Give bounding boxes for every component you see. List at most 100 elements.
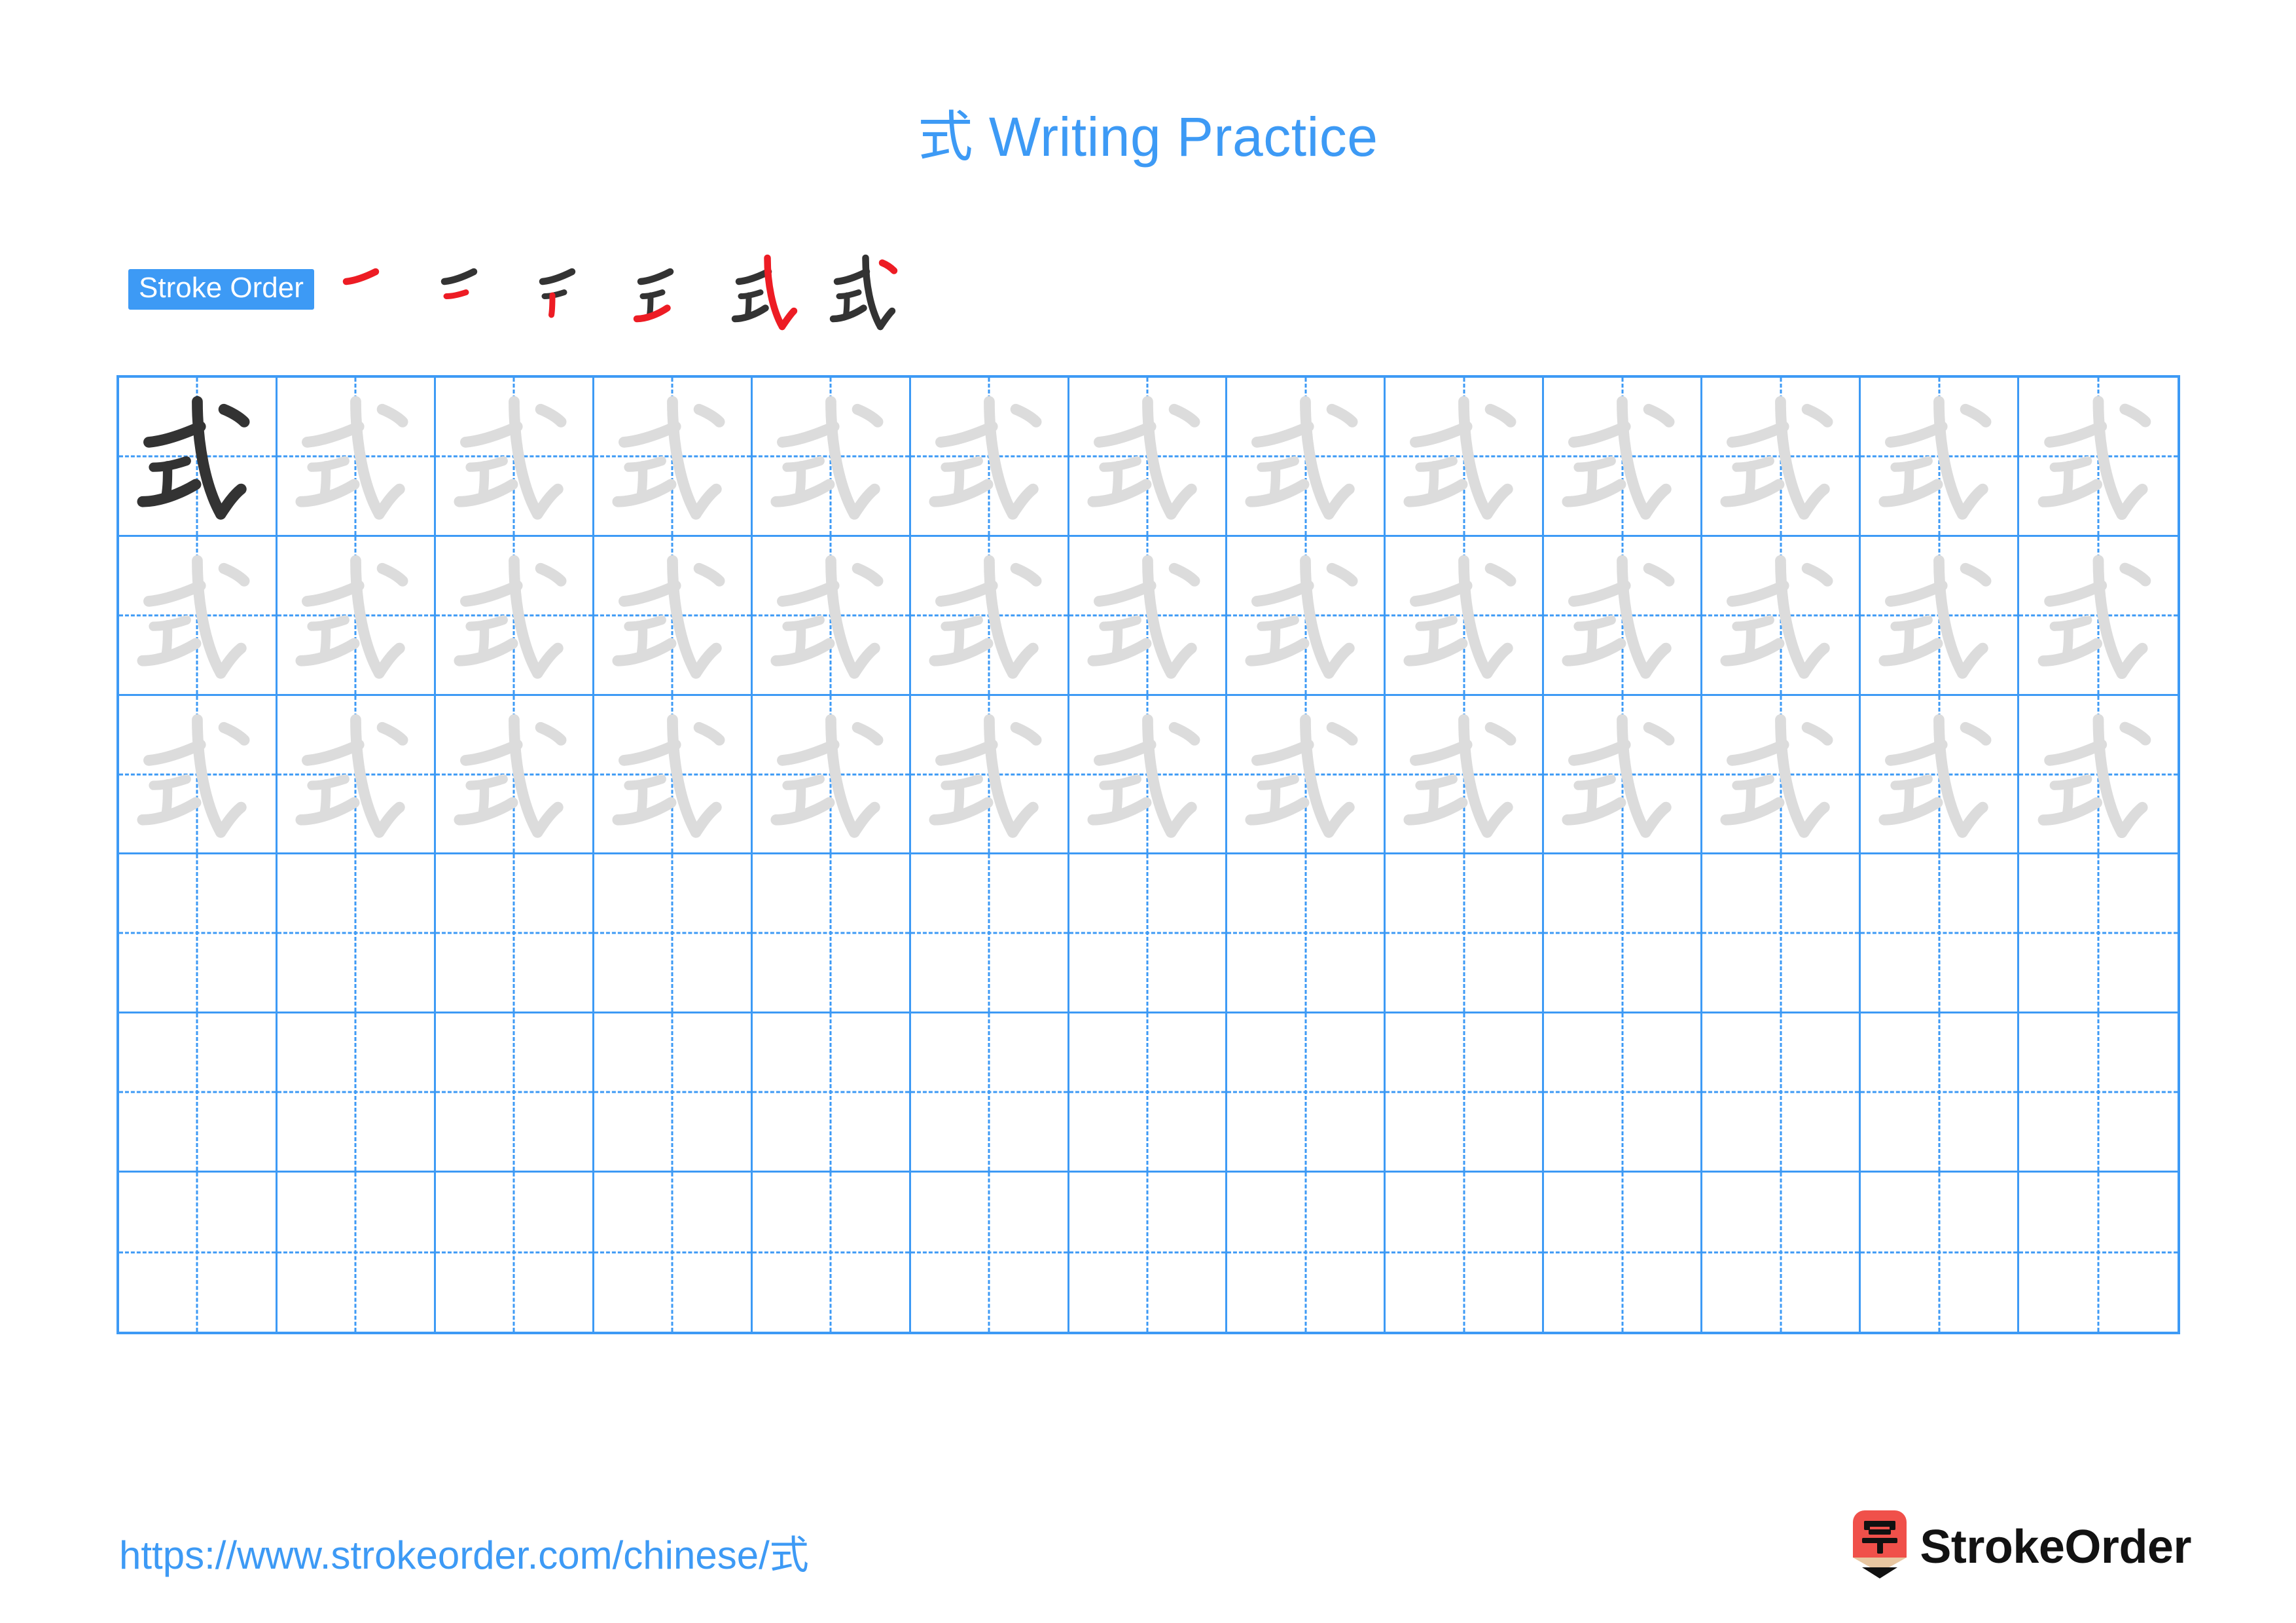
practice-cell-r2-c4[interactable] (594, 536, 753, 696)
practice-cell-r1-c4[interactable] (594, 378, 753, 537)
trace-character (278, 537, 434, 694)
practice-cell-r4-c11[interactable] (1702, 854, 1861, 1014)
practice-cell-r2-c10[interactable] (1544, 536, 1703, 696)
practice-cell-r2-c11[interactable] (1702, 536, 1861, 696)
trace-character (594, 378, 751, 535)
practice-cell-r5-c12[interactable] (1861, 1013, 2020, 1173)
practice-cell-r6-c11[interactable] (1702, 1173, 1861, 1332)
practice-cell-r6-c4[interactable] (594, 1173, 753, 1332)
practice-cell-r5-c5[interactable] (752, 1013, 911, 1173)
stroke-step-3 (525, 242, 623, 340)
practice-cell-r5-c10[interactable] (1544, 1013, 1703, 1173)
practice-cell-r6-c3[interactable] (436, 1173, 594, 1332)
practice-cell-r3-c6[interactable] (910, 695, 1069, 855)
practice-cell-r6-c6[interactable] (911, 1173, 1069, 1332)
practice-cell-r1-c8[interactable] (1227, 378, 1386, 537)
stroke-order-badge: Stroke Order (128, 269, 314, 310)
practice-cell-r1-c5[interactable] (752, 378, 911, 537)
practice-cell-r4-c6[interactable] (910, 854, 1069, 1014)
practice-cell-r2-c2[interactable] (277, 536, 436, 696)
logo-wordmark: StrokeOrder (1920, 1521, 2191, 1573)
practice-cell-r3-c7[interactable] (1069, 695, 1228, 855)
practice-cell-r4-c1[interactable] (119, 854, 278, 1014)
practice-cell-r4-c13[interactable] (2019, 854, 2178, 1014)
practice-cell-r5-c7[interactable] (1069, 1013, 1228, 1173)
practice-cell-r6-c12[interactable] (1861, 1173, 2020, 1332)
practice-cell-r4-c5[interactable] (752, 854, 911, 1014)
practice-cell-r3-c9[interactable] (1386, 695, 1545, 855)
practice-cell-r1-c12[interactable] (1861, 378, 2020, 537)
practice-cell-r2-c9[interactable] (1386, 536, 1545, 696)
strokeorder-logo[interactable]: StrokeOrder (1853, 1504, 2191, 1590)
practice-cell-r5-c4[interactable] (594, 1013, 753, 1173)
practice-cell-r6-c9[interactable] (1386, 1173, 1545, 1332)
practice-cell-r5-c13[interactable] (2019, 1013, 2178, 1173)
practice-cell-r3-c12[interactable] (1861, 695, 2020, 855)
practice-cell-r1-c10[interactable] (1544, 378, 1703, 537)
practice-cell-r4-c8[interactable] (1227, 854, 1386, 1014)
practice-cell-r4-c3[interactable] (435, 854, 594, 1014)
practice-cell-r6-c1[interactable] (119, 1173, 278, 1332)
practice-cell-r4-c7[interactable] (1069, 854, 1228, 1014)
practice-cell-r1-c6[interactable] (910, 378, 1069, 537)
practice-cell-r5-c9[interactable] (1386, 1013, 1545, 1173)
practice-cell-r1-c2[interactable] (277, 378, 436, 537)
practice-cell-r3-c1[interactable] (119, 695, 278, 855)
practice-cell-r2-c1[interactable] (119, 536, 278, 696)
practice-cell-r2-c6[interactable] (910, 536, 1069, 696)
trace-character (753, 696, 909, 853)
trace-character (436, 537, 592, 694)
practice-cell-r4-c12[interactable] (1861, 854, 2020, 1014)
practice-cell-r4-c4[interactable] (594, 854, 753, 1014)
practice-cell-r5-c1[interactable] (119, 1013, 278, 1173)
trace-character (1069, 537, 1226, 694)
trace-character (1702, 378, 1859, 535)
practice-cell-r5-c2[interactable] (277, 1013, 436, 1173)
practice-cell-r3-c13[interactable] (2019, 696, 2178, 855)
practice-cell-r5-c6[interactable] (910, 1013, 1069, 1173)
practice-cell-r1-c9[interactable] (1386, 378, 1545, 537)
stroke-step-1 (329, 242, 427, 340)
practice-cell-r2-c12[interactable] (1861, 536, 2020, 696)
practice-cell-r6-c10[interactable] (1544, 1173, 1703, 1332)
practice-cell-r1-c3[interactable] (435, 378, 594, 537)
practice-cell-r2-c3[interactable] (435, 536, 594, 696)
stroke-step-4 (623, 242, 721, 340)
practice-cell-r5-c3[interactable] (435, 1013, 594, 1173)
trace-character (1861, 696, 2017, 853)
practice-cell-r3-c5[interactable] (752, 695, 911, 855)
trace-character (753, 378, 909, 535)
trace-character (278, 378, 434, 535)
practice-cell-r3-c2[interactable] (277, 695, 436, 855)
practice-cell-r2-c13[interactable] (2019, 537, 2178, 696)
practice-cell-r6-c7[interactable] (1069, 1173, 1228, 1332)
practice-cell-r6-c13[interactable] (2019, 1173, 2178, 1332)
trace-character (436, 696, 592, 853)
practice-cell-r3-c8[interactable] (1227, 695, 1386, 855)
practice-cell-r2-c8[interactable] (1227, 536, 1386, 696)
practice-cell-r6-c2[interactable] (278, 1173, 436, 1332)
practice-cell-r1-c11[interactable] (1702, 378, 1861, 537)
practice-cell-r6-c5[interactable] (753, 1173, 911, 1332)
practice-cell-r3-c11[interactable] (1702, 695, 1861, 855)
practice-cell-r3-c10[interactable] (1544, 695, 1703, 855)
practice-cell-r3-c4[interactable] (594, 695, 753, 855)
practice-cell-r4-c10[interactable] (1544, 854, 1703, 1014)
practice-cell-r1-c13[interactable] (2019, 378, 2178, 537)
trace-character (1227, 378, 1384, 535)
footer-url-link[interactable]: https://www.strokeorder.com/chinese/式 (119, 1523, 809, 1580)
practice-cell-r2-c7[interactable] (1069, 536, 1228, 696)
practice-cell-r4-c9[interactable] (1386, 854, 1545, 1014)
practice-cell-r5-c11[interactable] (1702, 1013, 1861, 1173)
practice-cell-r3-c3[interactable] (435, 695, 594, 855)
practice-cell-r4-c2[interactable] (277, 854, 436, 1014)
trace-character (1861, 537, 2017, 694)
practice-cell-r2-c5[interactable] (752, 536, 911, 696)
trace-character (1861, 378, 2017, 535)
practice-cell-r1-c7[interactable] (1069, 378, 1228, 537)
trace-character (753, 537, 909, 694)
trace-character (2019, 378, 2178, 535)
practice-cell-r5-c8[interactable] (1227, 1013, 1386, 1173)
practice-cell-r1-c1[interactable] (119, 378, 278, 537)
practice-cell-r6-c8[interactable] (1227, 1173, 1386, 1332)
